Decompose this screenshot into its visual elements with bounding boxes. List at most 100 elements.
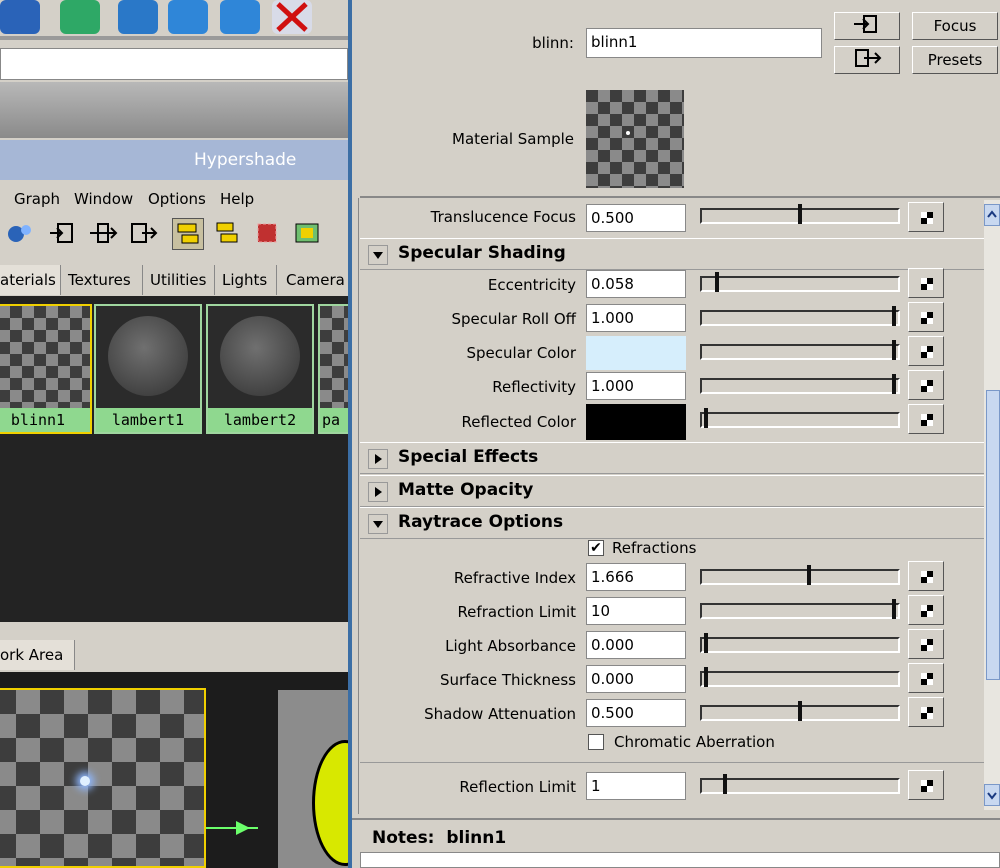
expand-arrow-right-icon[interactable] bbox=[368, 482, 388, 502]
clear-graph-icon[interactable] bbox=[252, 218, 282, 248]
rearrange-graph-icon[interactable] bbox=[292, 218, 322, 248]
map-button[interactable] bbox=[908, 561, 944, 591]
specular-color-swatch[interactable] bbox=[586, 336, 686, 370]
shelf-sphere-icon[interactable] bbox=[60, 0, 100, 34]
tab-textures[interactable]: Textures bbox=[62, 265, 143, 295]
eccentricity-field[interactable]: 0.058 bbox=[586, 270, 686, 298]
graph-node-icon[interactable] bbox=[4, 218, 34, 248]
light-absorbance-field[interactable]: 0.000 bbox=[586, 631, 686, 659]
section-specular-shading[interactable]: Specular Shading bbox=[360, 238, 984, 270]
output-connections-icon[interactable] bbox=[128, 218, 158, 248]
expand-arrow-right-icon[interactable] bbox=[368, 449, 388, 469]
layout-2-icon[interactable] bbox=[212, 218, 242, 248]
focus-button[interactable]: Focus bbox=[912, 12, 998, 40]
slider-thumb[interactable] bbox=[892, 306, 896, 326]
presets-button[interactable]: Presets bbox=[912, 46, 998, 74]
slider-thumb[interactable] bbox=[892, 599, 896, 619]
material-swatch-lambert1[interactable]: lambert1 bbox=[94, 304, 202, 434]
notes-textarea[interactable] bbox=[360, 852, 1000, 868]
map-button[interactable] bbox=[908, 697, 944, 727]
input-connections-icon[interactable] bbox=[48, 218, 78, 248]
section-special-effects[interactable]: Special Effects bbox=[360, 442, 984, 474]
map-button[interactable] bbox=[908, 663, 944, 693]
shadow-attenuation-slider[interactable] bbox=[700, 701, 900, 721]
map-button[interactable] bbox=[908, 268, 944, 298]
reflectivity-field[interactable]: 1.000 bbox=[586, 372, 686, 400]
map-button[interactable] bbox=[908, 370, 944, 400]
menu-help[interactable]: Help bbox=[220, 190, 254, 208]
tab-cameras[interactable]: Camera bbox=[278, 265, 348, 295]
slider-thumb[interactable] bbox=[704, 633, 708, 653]
translucence-focus-label: Translucence Focus bbox=[430, 208, 576, 226]
refraction-limit-slider[interactable] bbox=[700, 599, 900, 619]
light-absorbance-slider[interactable] bbox=[700, 633, 900, 653]
refraction-limit-field[interactable]: 10 bbox=[586, 597, 686, 625]
shadow-attenuation-field[interactable]: 0.500 bbox=[586, 699, 686, 727]
slider-thumb[interactable] bbox=[892, 374, 896, 394]
reflected-color-slider[interactable] bbox=[700, 408, 900, 428]
surface-thickness-slider[interactable] bbox=[700, 667, 900, 687]
surface-thickness-field[interactable]: 0.000 bbox=[586, 665, 686, 693]
layout-1-icon[interactable] bbox=[172, 218, 204, 250]
section-raytrace-options[interactable]: Raytrace Options bbox=[360, 507, 984, 539]
translucence-focus-slider[interactable] bbox=[700, 204, 900, 224]
slider-thumb[interactable] bbox=[722, 774, 727, 794]
material-swatch-blinn1[interactable]: blinn1 bbox=[0, 304, 92, 434]
tab-lights[interactable]: Lights bbox=[216, 265, 277, 295]
shelf-delete-icon[interactable] bbox=[272, 0, 312, 34]
pane-divider[interactable] bbox=[0, 622, 348, 638]
map-button[interactable] bbox=[908, 629, 944, 659]
specular-color-slider[interactable] bbox=[700, 340, 900, 360]
scroll-up-button[interactable] bbox=[984, 204, 1000, 226]
scroll-down-button[interactable] bbox=[984, 784, 1000, 806]
slider-thumb[interactable] bbox=[715, 272, 720, 292]
expand-arrow-down-icon[interactable] bbox=[368, 245, 388, 265]
tab-materials[interactable]: aterials bbox=[0, 265, 61, 295]
shelf-curve-icon[interactable] bbox=[220, 0, 260, 34]
slider-thumb[interactable] bbox=[798, 701, 802, 721]
slider-thumb[interactable] bbox=[704, 667, 708, 687]
slider-thumb[interactable] bbox=[704, 408, 708, 428]
shelf-surface-icon[interactable] bbox=[0, 0, 40, 34]
expand-arrow-down-icon[interactable] bbox=[368, 514, 388, 534]
blinn1-node-swatch[interactable] bbox=[0, 688, 206, 868]
chromatic-aberration-checkbox[interactable] bbox=[588, 734, 604, 750]
map-button[interactable] bbox=[908, 404, 944, 434]
slider-thumb[interactable] bbox=[892, 340, 896, 360]
map-button[interactable] bbox=[908, 336, 944, 366]
map-button[interactable] bbox=[908, 302, 944, 332]
slider-thumb[interactable] bbox=[798, 204, 802, 224]
map-button[interactable] bbox=[908, 770, 944, 800]
output-node-button[interactable] bbox=[834, 46, 900, 74]
tab-work-area[interactable]: ork Area bbox=[0, 640, 75, 670]
shelf-nurbs-icon[interactable] bbox=[118, 0, 158, 34]
notes-divider[interactable] bbox=[352, 818, 1000, 820]
menu-window[interactable]: Window bbox=[74, 190, 133, 208]
refractions-checkbox[interactable]: ✔ bbox=[588, 540, 604, 556]
section-matte-opacity[interactable]: Matte Opacity bbox=[360, 475, 984, 507]
material-swatch-lambert2[interactable]: lambert2 bbox=[206, 304, 314, 434]
command-line-input[interactable] bbox=[0, 48, 348, 80]
specular-roll-off-field[interactable]: 1.000 bbox=[586, 304, 686, 332]
menu-graph[interactable]: Graph bbox=[14, 190, 60, 208]
reflection-limit-field[interactable]: 1 bbox=[586, 772, 686, 800]
translucence-focus-field[interactable]: 0.500 bbox=[586, 204, 686, 232]
reflection-limit-slider[interactable] bbox=[700, 774, 900, 794]
slider-thumb[interactable] bbox=[807, 565, 812, 585]
map-button[interactable] bbox=[908, 202, 944, 232]
input-output-icon[interactable] bbox=[88, 218, 118, 248]
input-node-button[interactable] bbox=[834, 12, 900, 40]
eccentricity-slider[interactable] bbox=[700, 272, 900, 292]
shelf-plane-icon[interactable] bbox=[168, 0, 208, 34]
refractive-index-slider[interactable] bbox=[700, 565, 900, 585]
map-button[interactable] bbox=[908, 595, 944, 625]
material-swatch-partial[interactable]: pa bbox=[318, 304, 348, 434]
reflectivity-slider[interactable] bbox=[700, 374, 900, 394]
node-name-field[interactable]: blinn1 bbox=[586, 28, 822, 58]
tab-utilities[interactable]: Utilities bbox=[144, 265, 215, 295]
reflected-color-swatch[interactable] bbox=[586, 404, 686, 440]
scroll-thumb[interactable] bbox=[986, 390, 1000, 680]
menu-options[interactable]: Options bbox=[148, 190, 206, 208]
refractive-index-field[interactable]: 1.666 bbox=[586, 563, 686, 591]
specular-roll-off-slider[interactable] bbox=[700, 306, 900, 326]
